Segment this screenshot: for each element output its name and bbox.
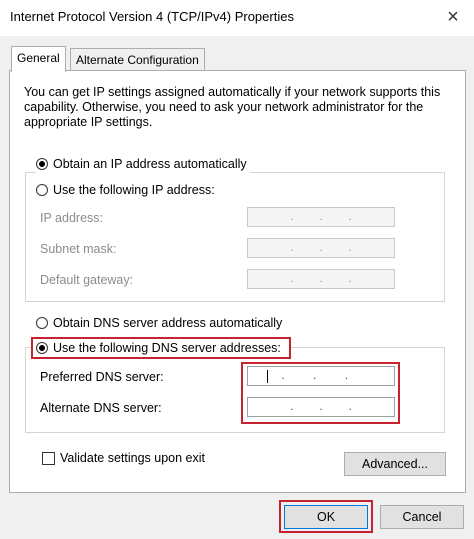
- advanced-button[interactable]: Advanced...: [344, 452, 446, 476]
- obtain-ip-auto-label: Obtain an IP address automatically: [53, 157, 247, 171]
- preferred-dns-label: Preferred DNS server:: [40, 370, 164, 384]
- tcpipv4-properties-dialog: Internet Protocol Version 4 (TCP/IPv4) P…: [0, 0, 474, 539]
- obtain-dns-auto-option[interactable]: Obtain DNS server address automatically: [36, 314, 282, 332]
- use-following-ip-option[interactable]: Use the following IP address:: [36, 181, 218, 199]
- tab-alternate-configuration[interactable]: Alternate Configuration: [70, 48, 205, 71]
- obtain-ip-auto-radio[interactable]: [36, 158, 48, 170]
- obtain-dns-auto-label: Obtain DNS server address automatically: [53, 316, 283, 330]
- subnet-mask-label: Subnet mask:: [40, 242, 117, 256]
- text-caret: [267, 370, 268, 383]
- preferred-dns-field[interactable]: ...: [247, 366, 395, 386]
- alternate-dns-field[interactable]: ...: [247, 397, 395, 417]
- ok-button[interactable]: OK: [284, 505, 368, 529]
- close-icon[interactable]: ×: [440, 5, 466, 29]
- default-gateway-label: Default gateway:: [40, 273, 134, 287]
- obtain-dns-auto-radio[interactable]: [36, 317, 48, 329]
- subnet-mask-field[interactable]: ...: [247, 238, 395, 258]
- use-following-ip-label: Use the following IP address:: [53, 183, 215, 197]
- window-title: Internet Protocol Version 4 (TCP/IPv4) P…: [10, 9, 294, 24]
- obtain-ip-auto-option[interactable]: Obtain an IP address automatically: [36, 155, 250, 173]
- validate-settings-checkbox[interactable]: [42, 452, 55, 465]
- description-text: You can get IP settings assigned automat…: [24, 85, 441, 129]
- ip-address-field[interactable]: ...: [247, 207, 395, 227]
- alternate-dns-label: Alternate DNS server:: [40, 401, 162, 415]
- cancel-button[interactable]: Cancel: [380, 505, 464, 529]
- use-following-dns-option[interactable]: Use the following DNS server addresses:: [36, 339, 281, 357]
- default-gateway-field[interactable]: ...: [247, 269, 395, 289]
- use-following-dns-label: Use the following DNS server addresses:: [53, 341, 281, 355]
- validate-settings-label: Validate settings upon exit: [60, 451, 206, 465]
- use-following-ip-radio[interactable]: [36, 184, 48, 196]
- ip-address-label: IP address:: [40, 211, 104, 225]
- tab-general[interactable]: General: [11, 46, 66, 72]
- use-following-dns-radio[interactable]: [36, 342, 48, 354]
